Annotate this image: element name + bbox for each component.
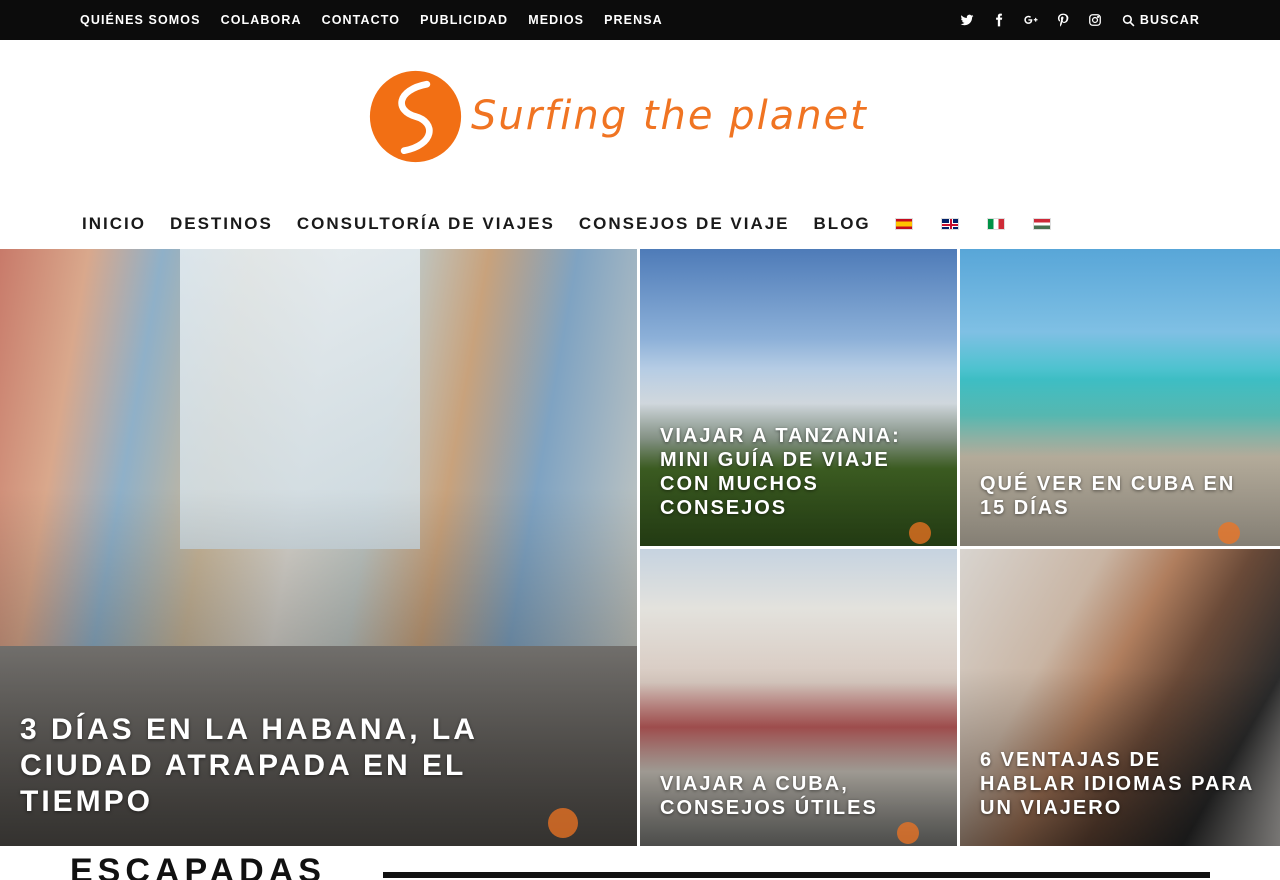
watermark-icon [1218,522,1240,544]
topnav-link-medios[interactable]: MEDIOS [528,13,584,27]
twitter-icon[interactable] [960,0,974,40]
italian-flag-icon[interactable] [986,218,1005,230]
featured-post-cuba-consejos[interactable]: VIAJAR A CUBA, CONSEJOS ÚTILES [640,549,957,846]
site-logo[interactable]: Surfing the planet [368,68,913,164]
topnav-link-publicidad[interactable]: PUBLICIDAD [420,13,508,27]
nav-item-consultoria[interactable]: CONSULTORÍA DE VIAJES [297,214,555,234]
topnav-link-prensa[interactable]: PRENSA [604,13,663,27]
nav-item-inicio[interactable]: INICIO [82,214,146,234]
facebook-icon[interactable] [992,0,1006,40]
instagram-icon[interactable] [1088,0,1102,40]
hungarian-flag-icon[interactable] [1032,218,1051,230]
main-nav: INICIO DESTINOS CONSULTORÍA DE VIAJES CO… [82,200,1079,248]
search-button[interactable]: BUSCAR [1122,13,1200,27]
nav-item-destinos[interactable]: DESTINOS [170,214,273,234]
watermark-icon [897,822,919,844]
featured-post-habana[interactable]: 3 DÍAS EN LA HABANA, LA CIUDAD ATRAPADA … [0,249,637,846]
nav-item-consejos[interactable]: CONSEJOS DE VIAJE [579,214,790,234]
pinterest-icon[interactable] [1056,0,1070,40]
featured-post-tanzania[interactable]: VIAJAR A TANZANIA: MINI GUÍA DE VIAJE CO… [640,249,957,546]
logo-text: Surfing the planet [471,93,868,139]
featured-post-title[interactable]: 3 DÍAS EN LA HABANA, LA CIUDAD ATRAPADA … [20,712,580,820]
watermark-icon [909,522,931,544]
spanish-flag-icon[interactable] [894,218,913,230]
logo-mark-icon [369,70,462,162]
top-bar: QUIÉNES SOMOS COLABORA CONTACTO PUBLICID… [0,0,1280,40]
section-title: ESCAPADAS [70,852,326,880]
nav-item-blog[interactable]: BLOG [814,214,871,234]
topnav-link-quienes-somos[interactable]: QUIÉNES SOMOS [80,13,201,27]
english-flag-icon[interactable] [940,218,959,230]
search-label: BUSCAR [1139,13,1200,27]
featured-post-title[interactable]: VIAJAR A TANZANIA: MINI GUÍA DE VIAJE CO… [660,424,930,520]
google-plus-icon[interactable] [1024,0,1038,40]
topnav-link-contacto[interactable]: CONTACTO [322,13,400,27]
social-links: BUSCAR [942,0,1200,40]
featured-post-title[interactable]: VIAJAR A CUBA, CONSEJOS ÚTILES [660,772,930,820]
secondary-nav: QUIÉNES SOMOS COLABORA CONTACTO PUBLICID… [80,0,683,40]
featured-post-cuba-15-dias[interactable]: QUÉ VER EN CUBA EN 15 DÍAS [960,249,1280,546]
search-icon [1122,14,1135,26]
featured-post-title[interactable]: 6 VENTAJAS DE HABLAR IDIOMAS PARA UN VIA… [980,748,1260,820]
section-divider [383,872,1210,878]
topnav-link-colabora[interactable]: COLABORA [221,13,302,27]
featured-post-title[interactable]: QUÉ VER EN CUBA EN 15 DÍAS [980,472,1260,520]
featured-post-idiomas[interactable]: 6 VENTAJAS DE HABLAR IDIOMAS PARA UN VIA… [960,549,1280,846]
